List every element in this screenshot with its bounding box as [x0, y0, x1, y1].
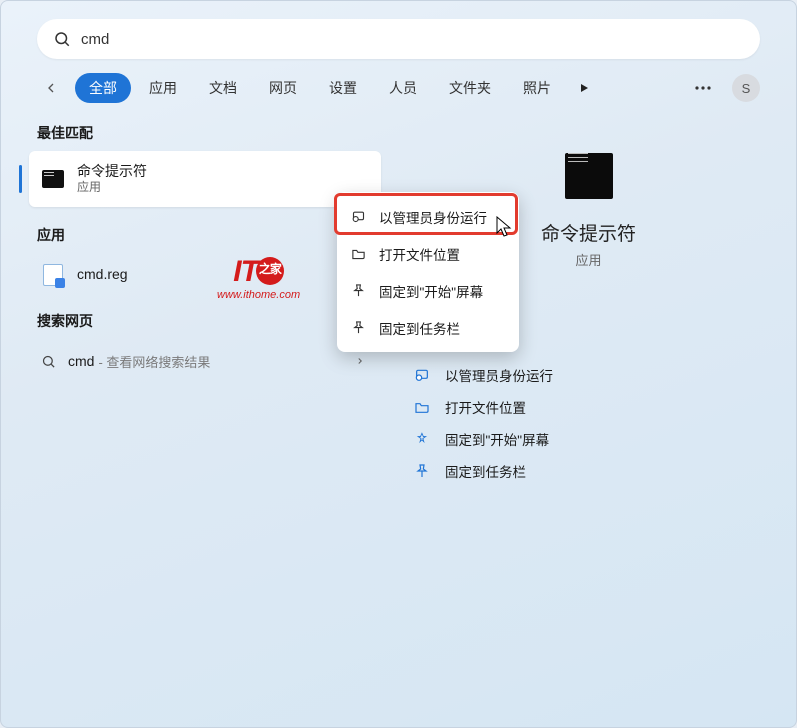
- best-match-header: 最佳匹配: [29, 119, 381, 151]
- ctx-label: 固定到"开始"屏幕: [379, 281, 483, 301]
- more-tabs-button[interactable]: [569, 73, 599, 103]
- tab-web[interactable]: 网页: [255, 73, 311, 103]
- pin-icon: [413, 463, 431, 479]
- preview-actions: 以管理员身份运行 打开文件位置 固定到"开始"屏幕 固定到任务栏: [411, 359, 766, 487]
- user-avatar[interactable]: S: [732, 74, 760, 102]
- context-menu: 以管理员身份运行 打开文件位置 固定到"开始"屏幕 固定到任务栏: [337, 192, 519, 352]
- web-header: 搜索网页: [29, 307, 381, 339]
- cmd-icon: [41, 167, 65, 191]
- tab-apps[interactable]: 应用: [135, 73, 191, 103]
- web-query-sub: - 查看网络搜索结果: [98, 352, 210, 371]
- pin-icon: [351, 320, 367, 335]
- shield-icon: [413, 367, 431, 383]
- shield-icon: [351, 209, 367, 224]
- results-column: 最佳匹配 命令提示符 应用 应用 cmd.reg 搜索网页 cmd: [1, 119, 381, 721]
- search-bar[interactable]: [37, 19, 760, 59]
- tab-docs[interactable]: 文档: [195, 73, 251, 103]
- action-label: 固定到"开始"屏幕: [445, 429, 549, 449]
- reg-file-icon: [41, 263, 65, 287]
- best-match-sub: 应用: [77, 180, 147, 195]
- tab-photos[interactable]: 照片: [509, 73, 565, 103]
- ctx-open-location[interactable]: 打开文件位置: [337, 235, 519, 272]
- best-match-title: 命令提示符: [77, 163, 147, 181]
- best-match-result[interactable]: 命令提示符 应用: [29, 151, 381, 207]
- chevron-right-icon: [355, 356, 365, 366]
- apps-header: 应用: [29, 221, 381, 253]
- tab-settings[interactable]: 设置: [315, 73, 371, 103]
- app-result-title: cmd.reg: [77, 266, 128, 284]
- action-label: 打开文件位置: [445, 397, 526, 417]
- ctx-pin-taskbar[interactable]: 固定到任务栏: [337, 309, 519, 346]
- ctx-run-as-admin[interactable]: 以管理员身份运行: [337, 198, 519, 235]
- action-label: 固定到任务栏: [445, 461, 526, 481]
- app-result-cmdreg[interactable]: cmd.reg: [29, 253, 381, 297]
- folder-icon: [413, 399, 431, 415]
- search-icon: [41, 354, 56, 369]
- search-input[interactable]: [81, 31, 744, 48]
- web-query: cmd: [68, 353, 94, 369]
- ctx-label: 以管理员身份运行: [379, 207, 487, 227]
- web-search-row[interactable]: cmd - 查看网络搜索结果: [29, 339, 381, 383]
- tab-folders[interactable]: 文件夹: [435, 73, 505, 103]
- search-window: 全部 应用 文档 网页 设置 人员 文件夹 照片 S 最佳匹配 命令提示符 应用: [0, 0, 797, 728]
- tabs-row: 全部 应用 文档 网页 设置 人员 文件夹 照片 S: [1, 73, 796, 119]
- back-button[interactable]: [37, 74, 65, 102]
- preview-thumbnail: [565, 153, 613, 199]
- action-open-location[interactable]: 打开文件位置: [411, 391, 766, 423]
- tab-people[interactable]: 人员: [375, 73, 431, 103]
- more-options-button[interactable]: [688, 73, 718, 103]
- search-icon: [53, 30, 71, 48]
- action-label: 以管理员身份运行: [445, 365, 553, 385]
- pin-icon: [413, 431, 431, 447]
- action-pin-taskbar[interactable]: 固定到任务栏: [411, 455, 766, 487]
- ctx-label: 打开文件位置: [379, 244, 460, 264]
- tab-all[interactable]: 全部: [75, 73, 131, 103]
- pin-icon: [351, 283, 367, 298]
- folder-icon: [351, 246, 367, 261]
- action-pin-start[interactable]: 固定到"开始"屏幕: [411, 423, 766, 455]
- action-run-as-admin[interactable]: 以管理员身份运行: [411, 359, 766, 391]
- ctx-pin-start[interactable]: 固定到"开始"屏幕: [337, 272, 519, 309]
- ctx-label: 固定到任务栏: [379, 318, 460, 338]
